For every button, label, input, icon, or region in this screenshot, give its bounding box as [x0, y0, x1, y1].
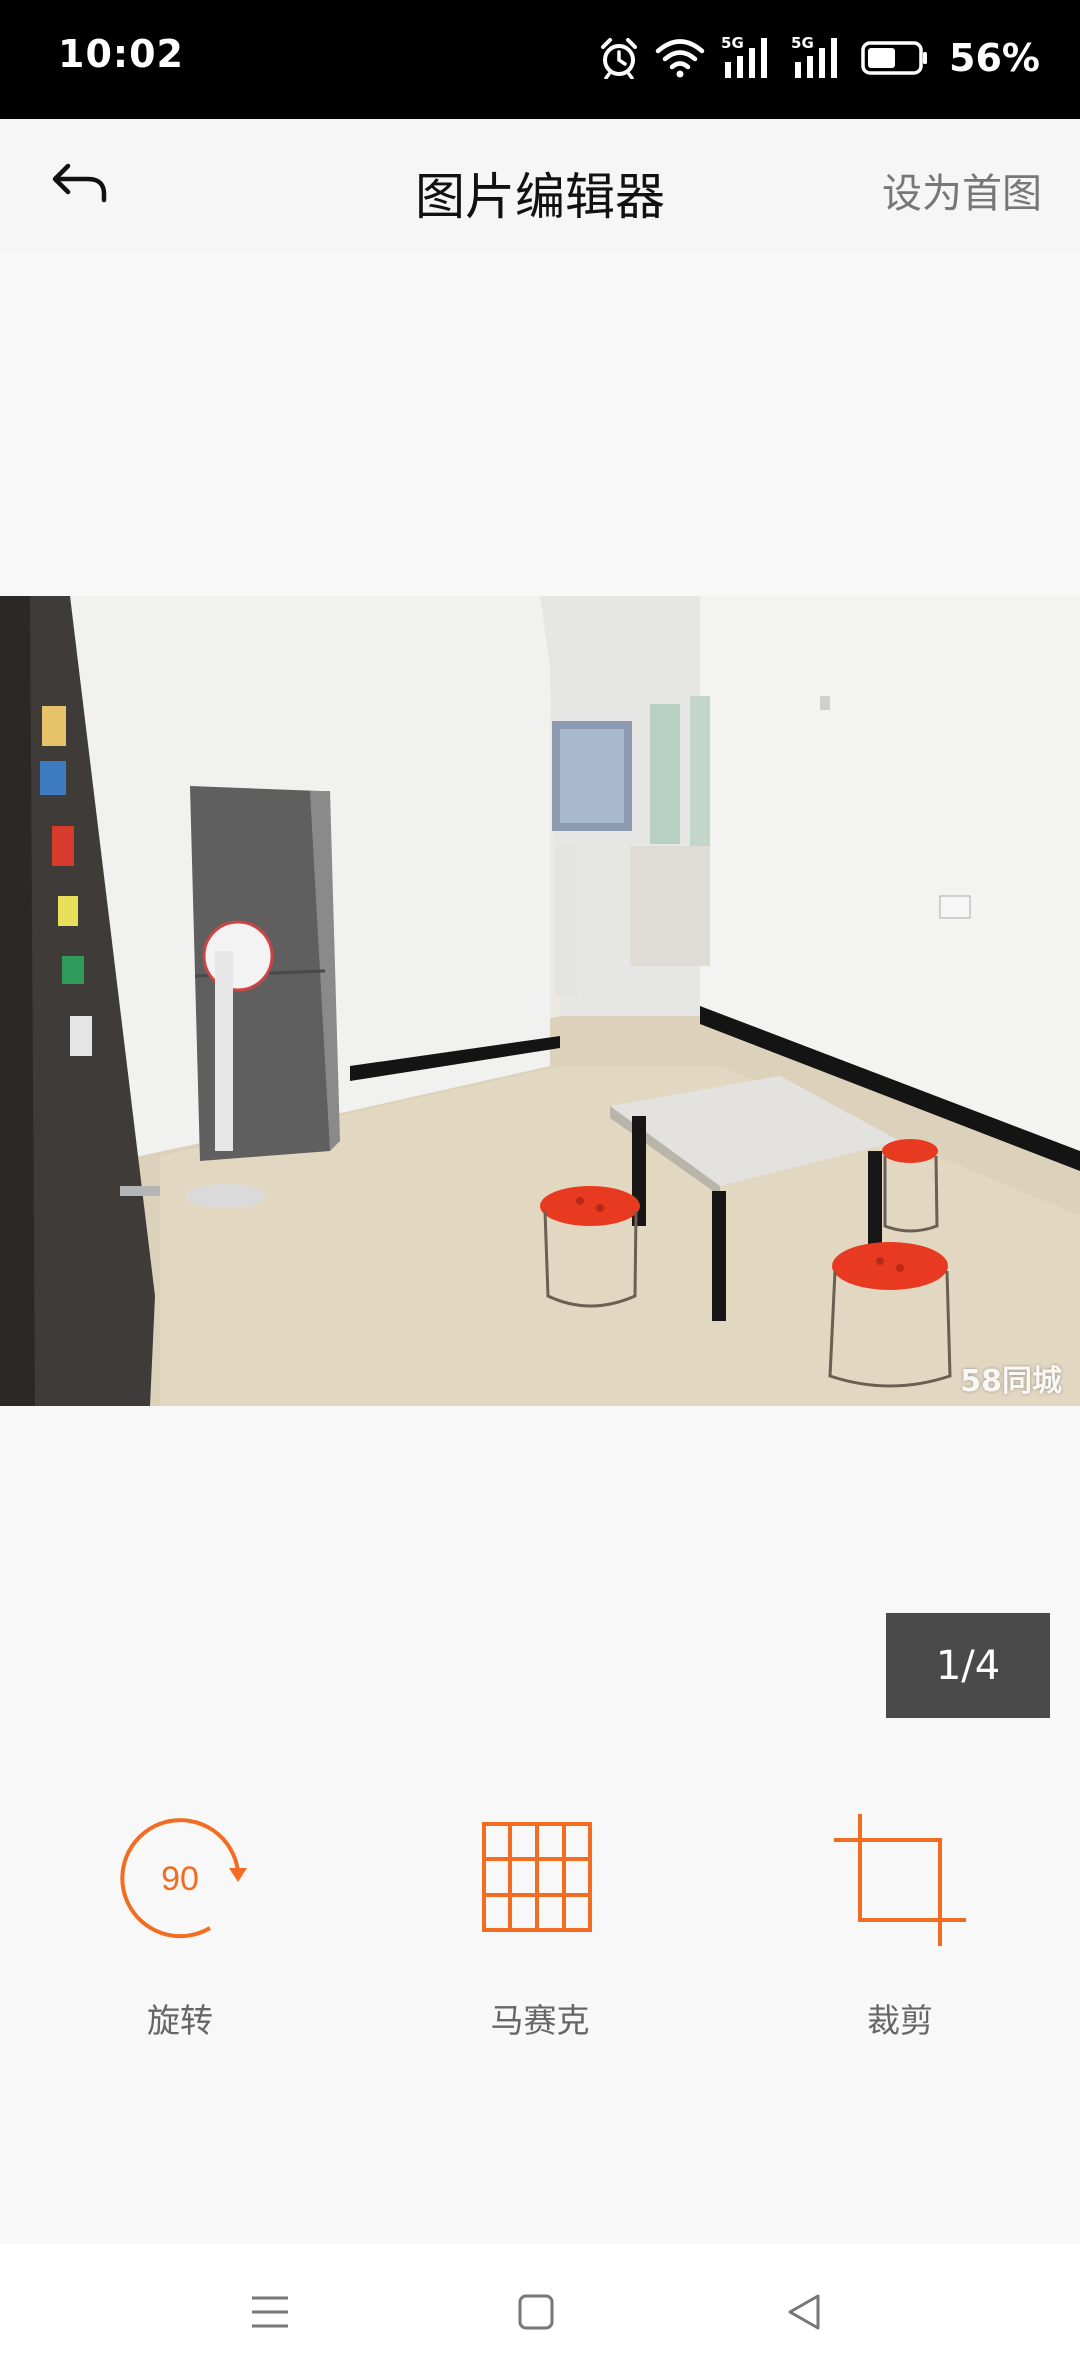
menu-button[interactable] — [230, 2274, 310, 2354]
rotate-button[interactable]: 90 旋转 — [70, 1810, 290, 2050]
battery-percent: 56% — [949, 36, 1040, 80]
crop-button[interactable]: 裁剪 — [790, 1810, 1010, 2050]
alarm-icon — [599, 37, 639, 79]
page-counter: 1/4 — [886, 1613, 1050, 1718]
crop-icon — [830, 1810, 970, 1950]
mosaic-button[interactable]: 马赛克 — [430, 1810, 650, 2050]
system-nav-bar — [0, 2244, 1080, 2376]
room-photo — [0, 596, 1080, 1406]
set-cover-button[interactable]: 设为首图 — [882, 161, 1042, 219]
status-time: 10:02 — [58, 32, 184, 76]
photo-preview[interactable]: 58同城 — [0, 596, 1080, 1406]
signal-5g-icon: 5G — [721, 36, 775, 80]
watermark-text: 58同城 — [960, 1364, 1062, 1399]
mosaic-label: 马赛克 — [490, 2001, 590, 2040]
back-triangle-icon — [784, 2292, 824, 2336]
status-icons: 5G 5G 56% — [599, 30, 1040, 86]
back-button[interactable] — [40, 149, 120, 219]
home-icon — [516, 2292, 556, 2336]
header-bar: 图片编辑器 设为首图 — [0, 119, 1080, 254]
signal-5g-icon: 5G — [791, 36, 845, 80]
rotate-90-icon: 90 — [110, 1810, 250, 1950]
rotate-degree-label: 90 — [161, 1860, 199, 1898]
mosaic-grid-icon — [470, 1810, 610, 1950]
system-back-button[interactable] — [764, 2274, 844, 2354]
home-button[interactable] — [496, 2274, 576, 2354]
battery-icon — [861, 40, 929, 76]
back-arrow-icon — [50, 160, 110, 208]
crop-label: 裁剪 — [867, 2001, 933, 2040]
menu-icon — [250, 2294, 290, 2334]
wifi-icon — [655, 38, 705, 78]
battery-fill — [868, 48, 896, 68]
rotate-label: 旋转 — [147, 2001, 213, 2040]
status-bar: 10:02 5G 5G 56% — [0, 0, 1080, 119]
